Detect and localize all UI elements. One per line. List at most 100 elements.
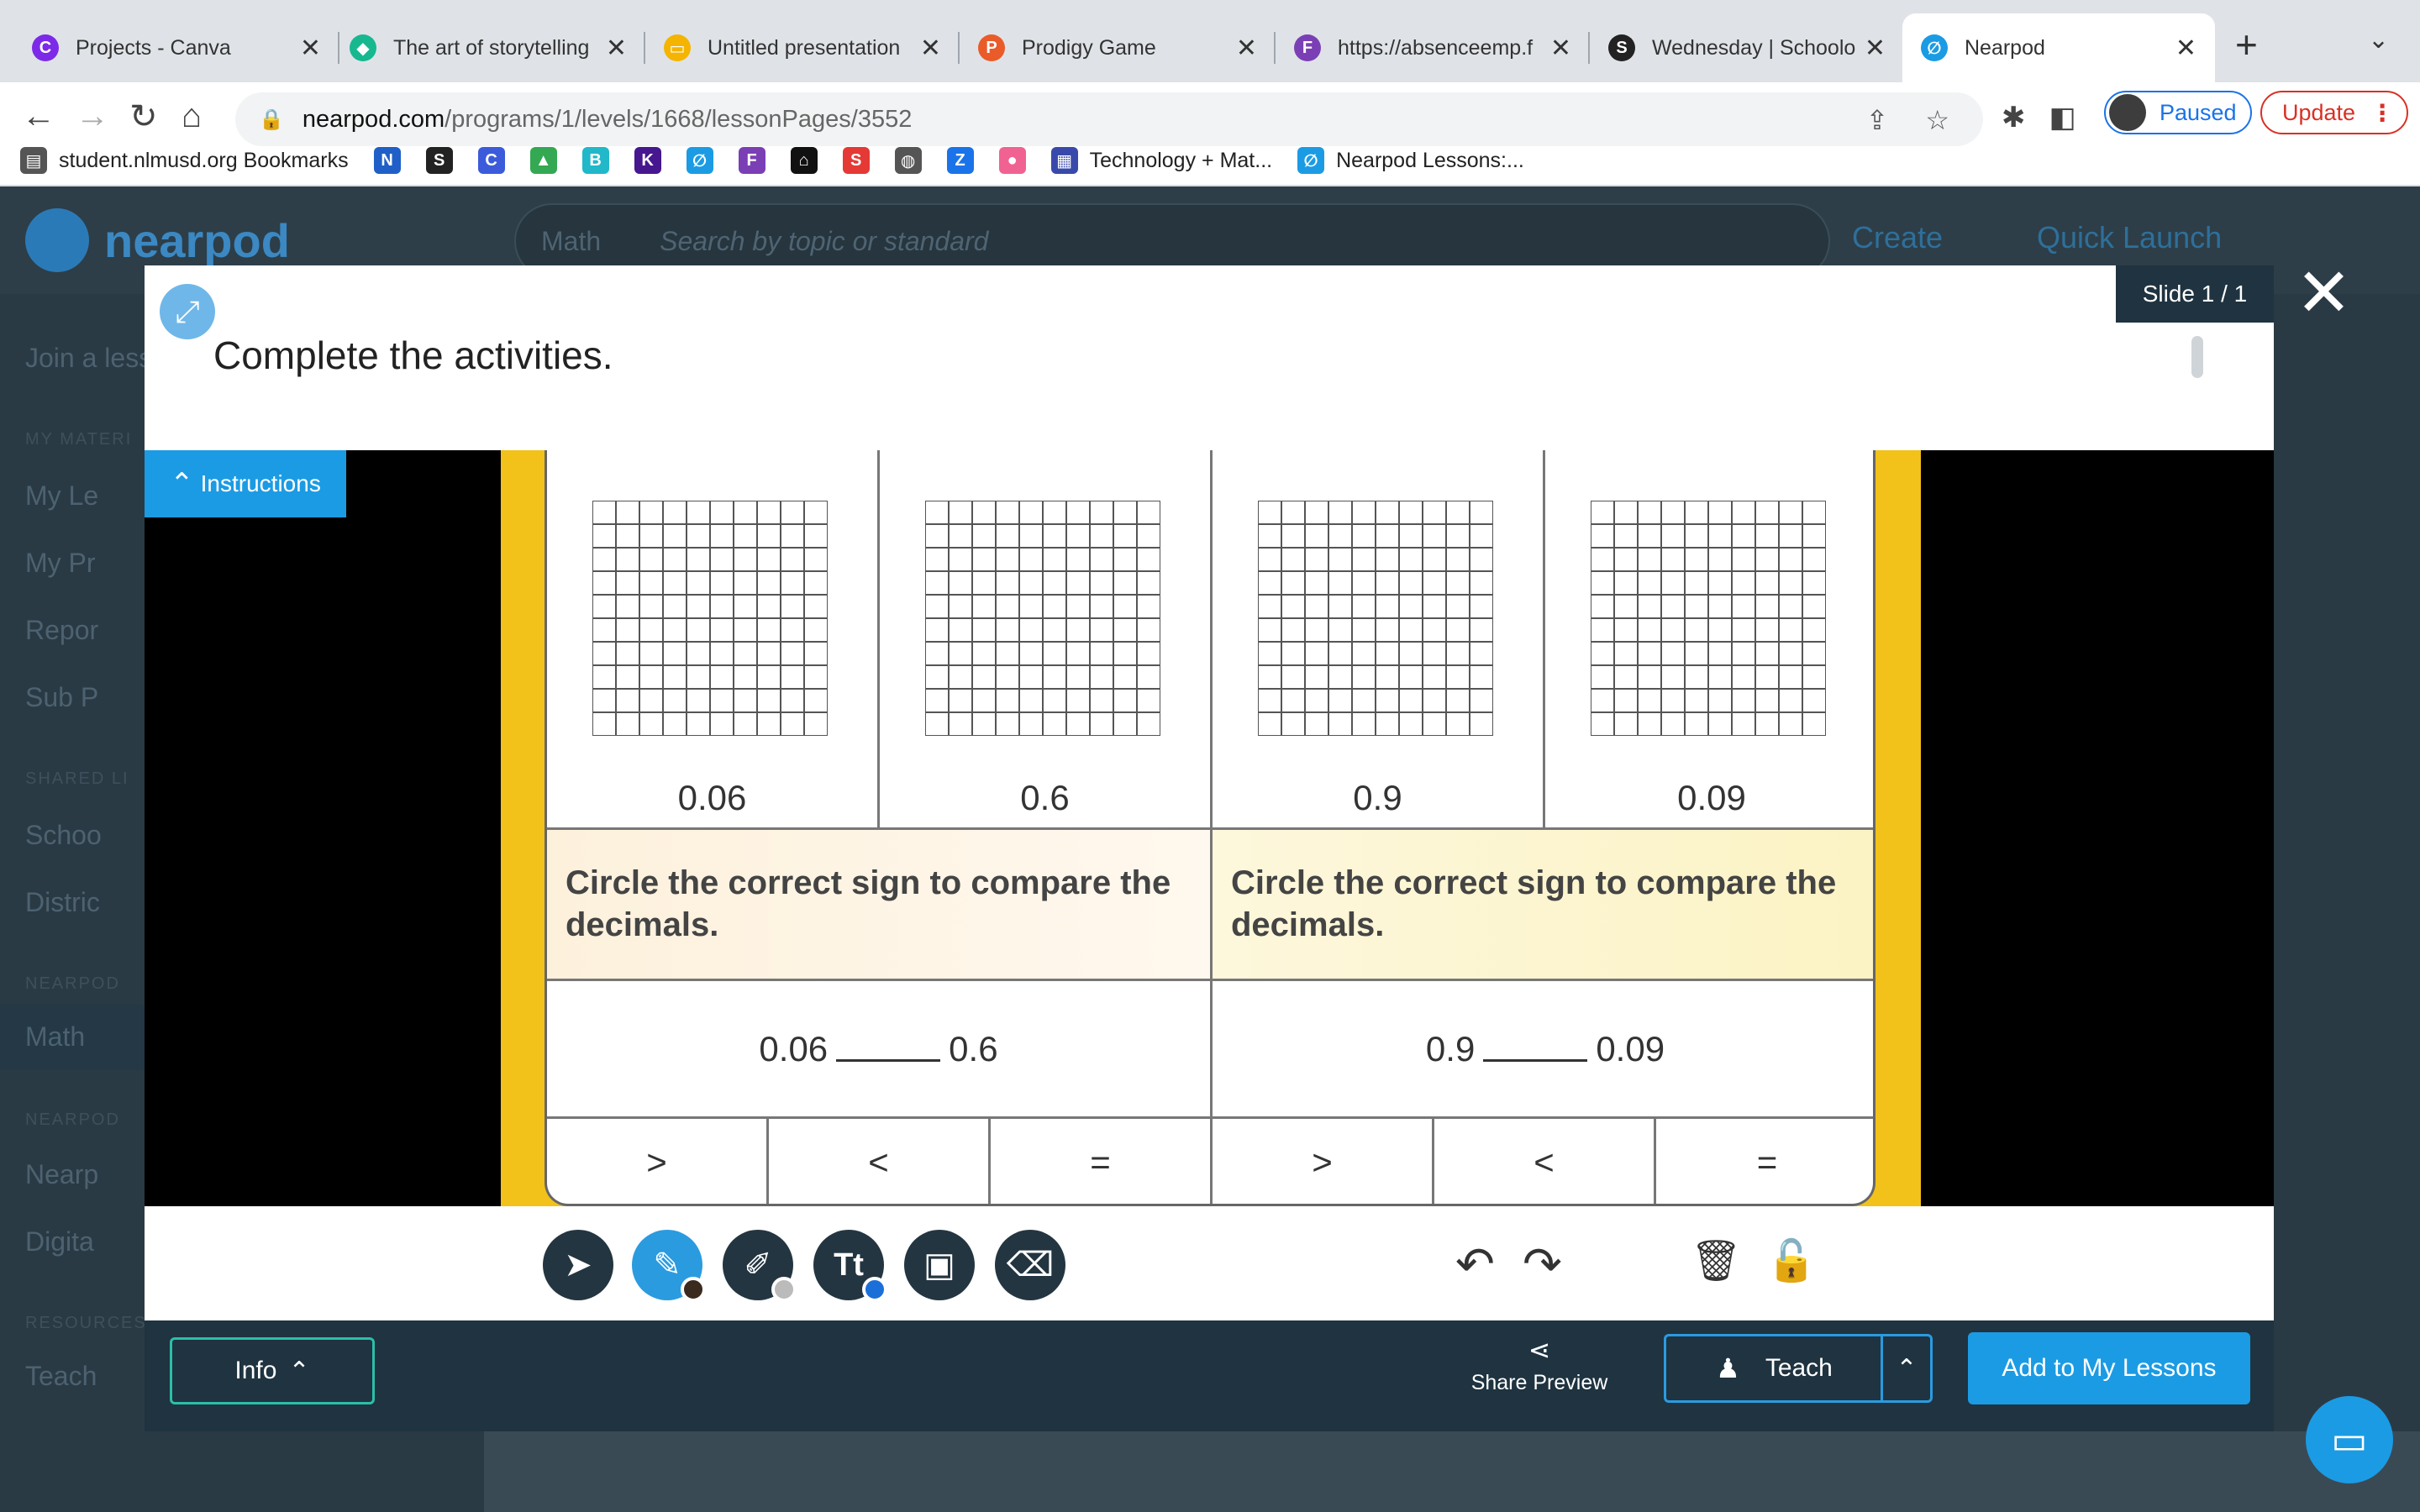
grid-cell[interactable]: 0.9 (1213, 450, 1545, 830)
bookmark-item[interactable]: ▲ (529, 147, 557, 174)
close-tab-icon[interactable]: ✕ (920, 34, 941, 63)
lock-icon: 🔒 (259, 108, 284, 131)
redo-icon[interactable]: ↷ (1523, 1236, 1562, 1292)
profile-button[interactable]: Paused (2104, 91, 2252, 134)
browser-tab[interactable]: P Prodigy Game ✕ (960, 13, 1276, 82)
browser-tab[interactable]: ◆ The art of storytelling ✕ (331, 13, 645, 82)
create-button[interactable]: Create (1852, 220, 1943, 255)
bookmark-item[interactable]: ▤ student.nlmusd.org Bookmarks (20, 147, 349, 174)
scrollbar[interactable] (2191, 336, 2203, 378)
bookmark-item[interactable]: B (581, 147, 609, 174)
pen-tool-icon[interactable]: ✎ (632, 1230, 706, 1302)
sidebar-item-reports[interactable]: Repor (25, 615, 98, 646)
share-icon[interactable]: ⇪ (1866, 104, 1889, 136)
trash-icon[interactable]: 🗑 (1691, 1236, 1742, 1284)
absence-icon: F (1294, 34, 1321, 61)
join-lesson-input[interactable]: Join a less (25, 343, 152, 374)
side-panel-icon[interactable]: ◧ (2049, 101, 2076, 134)
highlighter-tool-icon[interactable]: ✐ (723, 1230, 797, 1302)
update-button[interactable]: Update ⋮ (2260, 91, 2408, 134)
new-tab-button[interactable]: + (2235, 22, 2258, 67)
lock-icon[interactable]: 🔓 (1766, 1236, 1817, 1284)
bookmark-item[interactable]: ● (998, 147, 1026, 174)
tab-search-chevron-icon[interactable]: ⌄ (2368, 25, 2389, 55)
browser-tab[interactable]: C Projects - Canva ✕ (13, 13, 339, 82)
answer-blank[interactable] (1483, 1037, 1588, 1062)
decimal-label: 0.09 (1677, 778, 1746, 817)
browser-tab[interactable]: ∅ Nearpod ✕ (1902, 13, 2215, 82)
sidebar-item-nearpod[interactable]: Nearp (25, 1159, 98, 1190)
worksheet-table[interactable]: 0.06 0.6 0.9 0.09 Circle the correct sign to… (544, 450, 1876, 1206)
close-icon[interactable]: ✕ (2296, 254, 2352, 332)
sign-option[interactable]: = (991, 1119, 1213, 1204)
bookmark-item[interactable]: N (373, 147, 401, 174)
close-tab-icon[interactable]: ✕ (300, 34, 321, 63)
reload-icon[interactable]: ↻ (129, 97, 158, 136)
comparison-row[interactable]: 0.06 0.6 (547, 981, 1213, 1119)
info-button[interactable]: Info ⌃ (170, 1337, 375, 1404)
hundredths-grid (592, 501, 828, 736)
text-tool-icon[interactable]: Tt (813, 1230, 887, 1302)
browser-tab[interactable]: S Wednesday | Schoolo ✕ (1590, 13, 1904, 82)
bookmark-item[interactable]: ∅ Nearpod Lessons:... (1297, 147, 1524, 174)
back-arrow-icon[interactable]: ← (22, 97, 55, 135)
sidebar-item-school[interactable]: Schoo (25, 820, 102, 851)
sidebar-item-district[interactable]: Distric (25, 887, 100, 918)
bookmark-item[interactable]: F (738, 147, 765, 174)
forward-arrow-icon[interactable]: → (76, 97, 109, 135)
browser-tab[interactable]: ▭ Untitled presentation ✕ (645, 13, 960, 82)
sidebar-item-digital[interactable]: Digita (25, 1226, 94, 1257)
home-icon[interactable]: ⌂ (182, 97, 202, 135)
sign-option[interactable]: < (769, 1119, 991, 1204)
sign-option[interactable]: > (1213, 1119, 1434, 1204)
close-tab-icon[interactable]: ✕ (1865, 34, 1886, 63)
eraser-tool-icon[interactable]: ⌫ (995, 1230, 1065, 1300)
bookmark-item[interactable]: ⌂ (790, 147, 818, 174)
bookmark-item[interactable]: S (842, 147, 870, 174)
browser-tab[interactable]: Fhttps://absenceemp.f ✕ (1276, 13, 1590, 82)
chat-support-icon[interactable]: ▭ (2306, 1396, 2393, 1483)
undo-icon[interactable]: ↶ (1455, 1236, 1495, 1292)
bookmark-item[interactable]: Z (946, 147, 974, 174)
sign-option[interactable]: > (547, 1119, 769, 1204)
answer-blank[interactable] (836, 1037, 941, 1062)
close-tab-icon[interactable]: ✕ (1236, 34, 1257, 63)
bookmark-item[interactable]: S (425, 147, 453, 174)
close-tab-icon[interactable]: ✕ (2175, 34, 2196, 63)
bookmark-item[interactable]: C (477, 147, 505, 174)
share-preview-button[interactable]: ⋖ Share Preview (1471, 1334, 1608, 1395)
teach-button[interactable]: ♟ Teach (1664, 1334, 1882, 1403)
sign-option[interactable]: = (1656, 1119, 1873, 1204)
grid-cell[interactable]: 0.6 (880, 450, 1213, 830)
teach-options-chevron-icon[interactable]: ⌃ (1881, 1334, 1933, 1403)
quick-launch-button[interactable]: Quick Launch (2037, 220, 2222, 255)
sidebar-item-math[interactable]: Math (25, 1021, 85, 1053)
sidebar-item-teacher[interactable]: Teach (25, 1361, 97, 1392)
grid-cell[interactable]: 0.09 (1545, 450, 1873, 830)
close-tab-icon[interactable]: ✕ (606, 34, 627, 63)
bookmark-star-icon[interactable]: ☆ (1925, 104, 1949, 136)
sidebar-item-sub-plans[interactable]: Sub P (25, 682, 98, 713)
bookmark-item[interactable]: ▦ Technology + Mat... (1050, 147, 1272, 174)
add-to-my-lessons-button[interactable]: Add to My Lessons (1968, 1332, 2250, 1404)
sidebar-item-my-lessons[interactable]: My Le (25, 480, 98, 512)
subject-dropdown[interactable]: Math (541, 226, 601, 257)
expand-icon[interactable]: ⤢ (160, 284, 215, 339)
sign-option[interactable]: < (1434, 1119, 1656, 1204)
select-tool-icon[interactable]: ➤ (543, 1230, 613, 1300)
search-input[interactable]: Search by topic or standard (660, 226, 988, 257)
nearpod-logo[interactable]: nearpod (25, 208, 290, 272)
slides-icon: ▭ (664, 34, 691, 61)
bookmark-label: Nearpod Lessons:... (1336, 148, 1524, 172)
bookmark-item[interactable]: ∅ (686, 147, 713, 174)
close-tab-icon[interactable]: ✕ (1550, 34, 1571, 63)
sidebar-item-my-presentations[interactable]: My Pr (25, 548, 96, 579)
image-tool-icon[interactable]: ▣ (904, 1230, 975, 1300)
extensions-puzzle-icon[interactable]: ✱ (2002, 101, 2026, 134)
bookmark-label: student.nlmusd.org Bookmarks (59, 148, 349, 172)
bookmark-item[interactable]: ◍ (894, 147, 922, 174)
bookmark-item[interactable]: K (634, 147, 661, 174)
comparison-row[interactable]: 0.9 0.09 (1213, 981, 1873, 1119)
instructions-button[interactable]: ⌃ Instructions (145, 450, 346, 517)
grid-cell[interactable]: 0.06 (547, 450, 880, 830)
